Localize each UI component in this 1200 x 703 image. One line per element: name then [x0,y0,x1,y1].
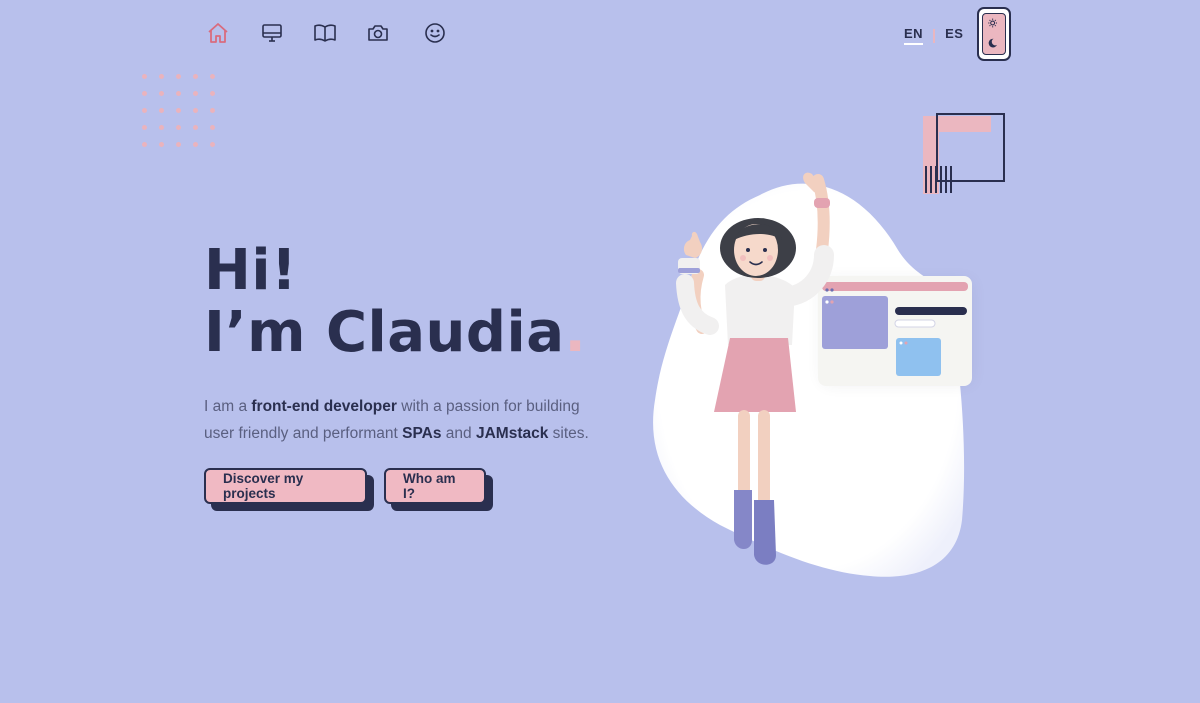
jamstack-highlight: JAMstack [475,425,549,442]
landing-page: EN ES Hi! I’m Claudia. I am a front-end … [0,0,1200,703]
discover-projects-button[interactable]: Discover my projects [204,468,367,504]
nav-smile-icon[interactable] [422,20,448,46]
nav-camera-icon[interactable] [365,20,391,46]
hero-accent-dot: . [564,300,587,365]
sun-icon [988,18,997,28]
moon-icon [988,38,997,48]
spas-highlight: SPAs [402,425,442,442]
lang-es-link[interactable]: ES [945,26,963,45]
nav-home-icon[interactable] [205,20,231,46]
nav-monitor-icon[interactable] [259,20,285,46]
lang-separator [933,28,936,43]
hero-greeting: Hi! [204,238,298,303]
hero-name: I’m Claudia [204,300,565,365]
theme-toggle-inner [982,13,1006,55]
hero-title: Hi! I’m Claudia. [204,240,586,364]
role-highlight: front-end developer [251,398,397,415]
theme-toggle[interactable] [977,7,1011,61]
browser-window [818,276,972,386]
decorative-squares [923,113,1005,194]
who-am-i-button[interactable]: Who am I? [384,468,486,504]
nav-book-icon[interactable] [312,20,338,46]
language-switcher: EN ES [904,26,963,45]
developer-illustration [653,113,1005,577]
decorative-dot-grid [142,74,215,147]
hero-description: I am a front-end developer with a passio… [204,398,589,442]
lang-en-link[interactable]: EN [904,26,924,45]
